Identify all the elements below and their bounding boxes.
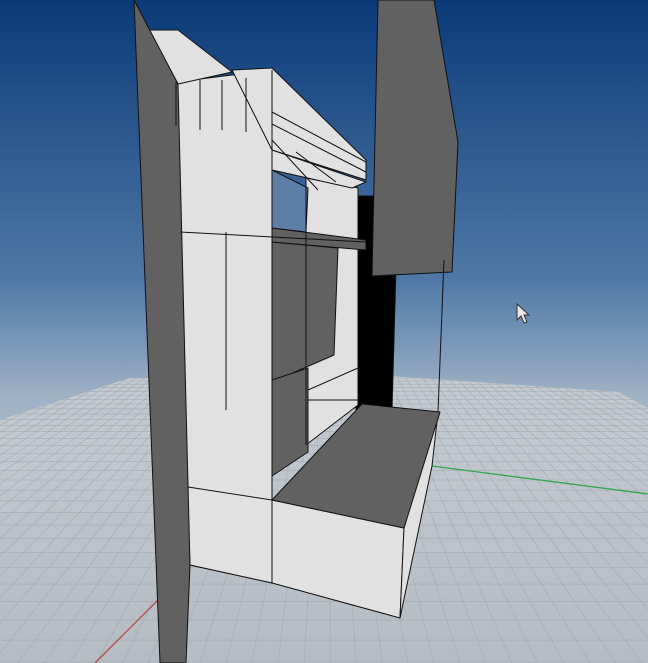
model-left-column[interactable] xyxy=(175,69,273,584)
3d-viewport[interactable] xyxy=(0,0,648,663)
scene-canvas[interactable] xyxy=(0,0,648,663)
